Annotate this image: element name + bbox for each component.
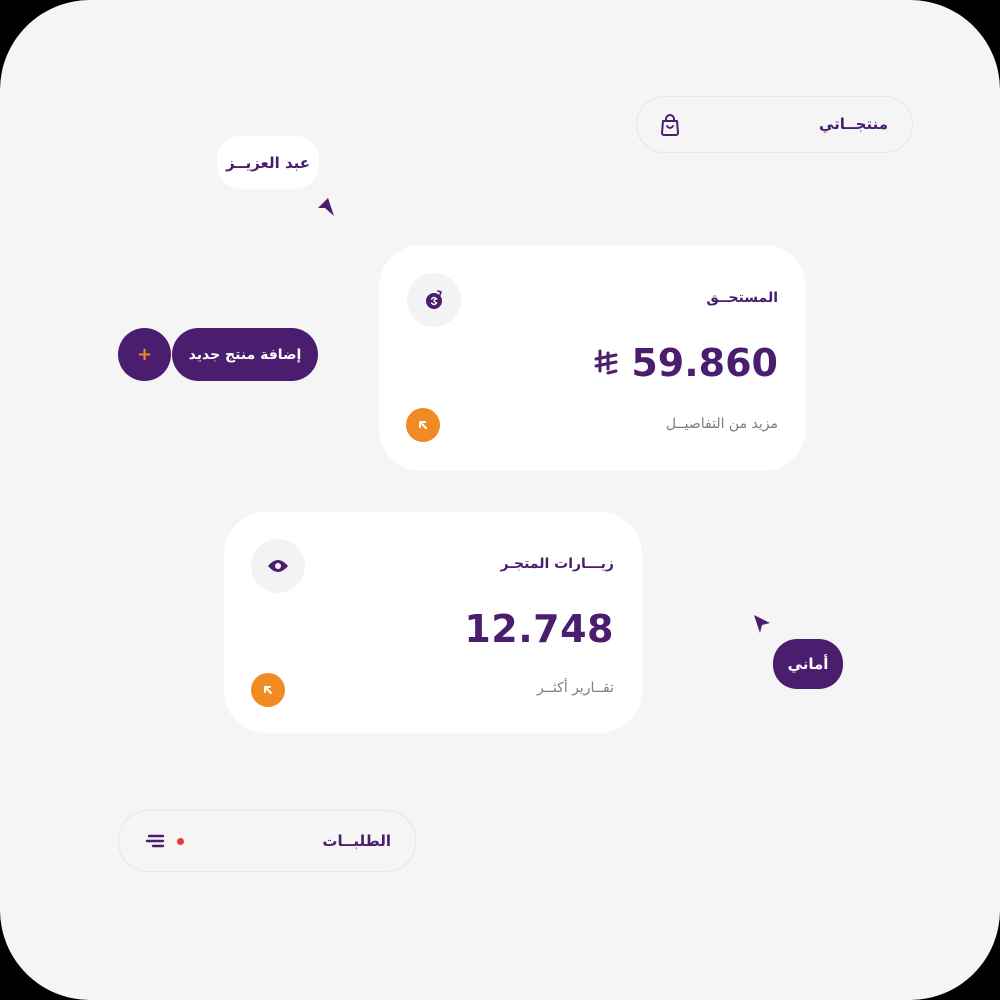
- collaborator-bubble-amani: أماني: [773, 639, 843, 689]
- due-more-link[interactable]: مزيد من التفاصيــل: [666, 416, 778, 432]
- plus-icon: +: [136, 344, 153, 365]
- due-card-title: المستحــق: [706, 290, 778, 306]
- due-value: 59.860: [631, 341, 778, 385]
- add-product-label: إضافة منتج جديد: [188, 346, 302, 363]
- products-nav-label: منتجــاتي: [818, 115, 888, 133]
- cursor-pointer-icon: [318, 198, 334, 216]
- shopping-bag-icon: [659, 113, 681, 137]
- collaborator-name: عبد العزيــز: [225, 153, 311, 172]
- collaborator-name: أماني: [787, 655, 829, 673]
- canvas: منتجــاتي عبد العزيــز + إضافة منتج جديد…: [0, 0, 1000, 1000]
- visits-card: زيـــارات المتجـر 12.748 تقــارير أكثــر: [224, 512, 642, 733]
- eye-icon-wrapper: [251, 539, 305, 593]
- arrow-up-left-icon: [417, 419, 429, 431]
- add-product-button[interactable]: إضافة منتج جديد: [172, 328, 318, 381]
- visits-more-link[interactable]: تقــارير أكثــر: [537, 680, 614, 696]
- riyal-icon: [593, 349, 619, 377]
- due-card: المستحــق 59.860 مزيد من التفاصيــل: [379, 245, 806, 471]
- visits-card-title: زيـــارات المتجـر: [500, 556, 614, 572]
- orders-nav-label: الطلبــات: [322, 832, 391, 850]
- arrow-up-left-icon: [262, 684, 274, 696]
- coin-icon: [423, 289, 445, 311]
- visits-more-button[interactable]: [251, 673, 285, 707]
- cursor-pointer-icon: [754, 615, 770, 633]
- eye-icon: [267, 558, 289, 574]
- menu-lines-icon: [145, 833, 165, 849]
- orders-nav-pill[interactable]: الطلبــات: [118, 810, 416, 872]
- notification-dot: [177, 838, 184, 845]
- products-nav-pill[interactable]: منتجــاتي: [636, 96, 913, 153]
- collaborator-bubble-abdulaziz: عبد العزيــز: [217, 136, 319, 189]
- coin-icon-wrapper: [407, 273, 461, 327]
- visits-value: 12.748: [464, 607, 614, 651]
- add-product-plus-button[interactable]: +: [118, 328, 171, 381]
- due-more-button[interactable]: [406, 408, 440, 442]
- due-amount: 59.860: [593, 341, 778, 385]
